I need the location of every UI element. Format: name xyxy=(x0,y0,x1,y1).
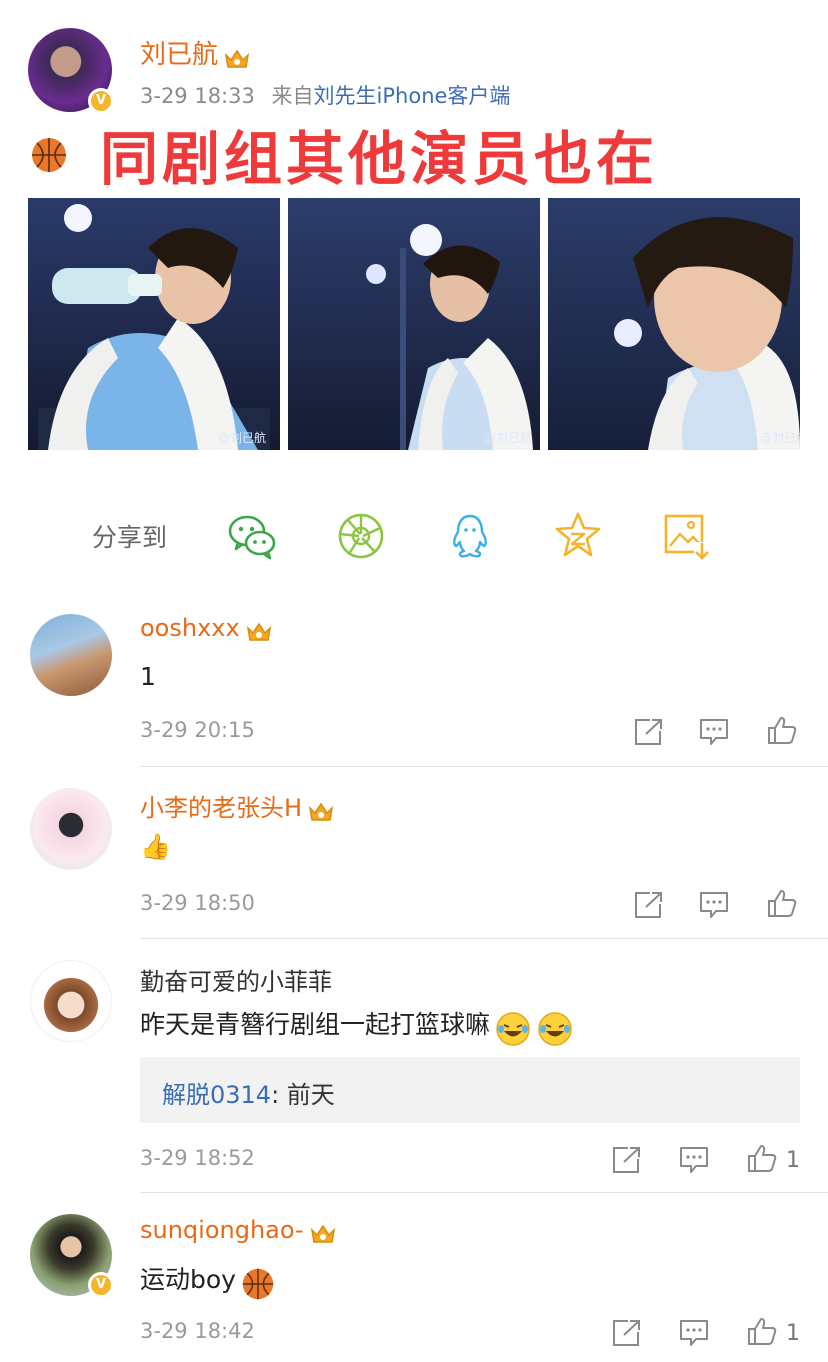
photo-watermark: @刘已航 xyxy=(760,430,800,445)
comment-reply-icon[interactable] xyxy=(678,1145,710,1175)
vip-crown-icon xyxy=(309,802,334,821)
comment-author[interactable]: 小李的老张头H xyxy=(140,794,302,822)
reply-preview[interactable]: 解脱0314: 前天 xyxy=(140,1057,800,1123)
post-time: 3-29 18:33 xyxy=(140,84,255,108)
verified-badge: V xyxy=(88,1272,114,1298)
post-photo-1[interactable]: @刘已航 xyxy=(28,198,280,450)
comment-text: 昨天是青簪行剧组一起打篮球嘛 xyxy=(140,1010,491,1039)
repost-icon[interactable] xyxy=(632,717,664,747)
reply-author[interactable]: 解脱0314 xyxy=(162,1081,271,1109)
vip-crown-icon xyxy=(310,1224,335,1243)
reply-line: 解脱0314: 前天 xyxy=(162,1075,335,1110)
wechat-icon[interactable] xyxy=(226,510,278,562)
repost-icon[interactable] xyxy=(610,1145,642,1175)
qzone-icon[interactable] xyxy=(552,510,604,562)
post-meta: 3-29 18:33 来自刘先生iPhone客户端 xyxy=(140,80,510,110)
photo-watermark: @刘已航 xyxy=(484,430,532,445)
commenter-avatar[interactable] xyxy=(30,788,112,870)
comment-author-row: 小李的老张头H xyxy=(140,788,335,824)
comment-reply-icon[interactable] xyxy=(698,890,730,920)
photo-watermark: @刘已航 xyxy=(218,430,266,445)
post-photo-3[interactable]: @刘已航 xyxy=(548,198,800,450)
comment-author-row: ooshxxx xyxy=(140,614,273,644)
qq-icon[interactable] xyxy=(444,510,496,562)
vip-crown-icon xyxy=(246,622,271,641)
like-count: 1 xyxy=(786,1321,800,1346)
commenter-avatar[interactable] xyxy=(30,614,112,696)
comment-reply-icon[interactable] xyxy=(678,1318,710,1348)
comment-author[interactable]: ooshxxx xyxy=(140,614,240,642)
vip-crown-icon xyxy=(224,49,250,68)
comment-text-row: 昨天是青簪行剧组一起打篮球嘛 xyxy=(140,1005,573,1047)
laughing-tears-emoji-icon xyxy=(496,1011,530,1046)
author-name[interactable]: 刘已航 xyxy=(140,40,218,70)
repost-icon[interactable] xyxy=(610,1318,642,1348)
author-name-row: 刘已航 xyxy=(140,34,251,71)
commenter-avatar[interactable] xyxy=(30,960,112,1042)
comment-divider xyxy=(140,1192,828,1193)
like-icon[interactable] xyxy=(746,1143,778,1173)
basketball-icon xyxy=(32,138,66,172)
comment-divider xyxy=(140,766,828,767)
like-icon[interactable] xyxy=(746,1316,778,1346)
comment-text-row: 运动boy xyxy=(140,1260,275,1301)
comment-time: 3-29 18:50 xyxy=(140,891,255,915)
laughing-tears-emoji-icon xyxy=(538,1011,572,1046)
comment-text: 1 xyxy=(140,662,156,691)
comment-time: 3-29 18:42 xyxy=(140,1319,255,1343)
comment-author[interactable]: 勤奋可爱的小菲菲 xyxy=(140,962,332,997)
comment-reply-icon[interactable] xyxy=(698,717,730,747)
comment-time: 3-29 18:52 xyxy=(140,1146,255,1170)
reply-text: : 前天 xyxy=(271,1081,335,1109)
basketball-icon xyxy=(242,1268,274,1299)
comment-text: 运动boy xyxy=(140,1265,236,1294)
comment-time: 3-29 20:15 xyxy=(140,718,255,742)
comment-divider xyxy=(140,938,828,939)
post-source[interactable]: 刘先生iPhone客户端 xyxy=(314,84,511,108)
source-prefix: 来自 xyxy=(271,84,314,108)
post-text: 同剧组其他演员也在 xyxy=(100,125,659,193)
like-icon[interactable] xyxy=(766,888,798,918)
share-label: 分享到 xyxy=(92,523,168,552)
repost-icon[interactable] xyxy=(632,890,664,920)
comment-author-row: sunqionghao- xyxy=(140,1216,337,1246)
comment-text: 👍 xyxy=(140,832,172,861)
save-image-icon[interactable] xyxy=(660,510,712,562)
comment-author[interactable]: sunqionghao- xyxy=(140,1216,304,1244)
moments-icon[interactable] xyxy=(335,510,387,562)
like-icon[interactable] xyxy=(766,715,798,745)
verified-badge: V xyxy=(88,88,114,114)
like-count: 1 xyxy=(786,1148,800,1173)
post-photo-2[interactable]: @刘已航 xyxy=(288,198,540,450)
